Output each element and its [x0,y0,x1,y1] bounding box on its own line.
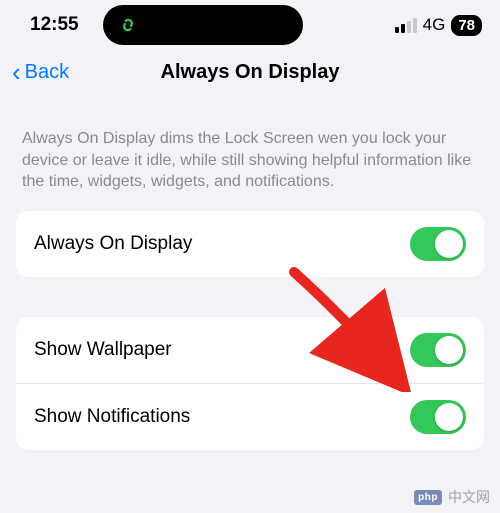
nav-bar: ‹ Back Always On Display [0,48,500,102]
settings-group-options: Show Wallpaper Show Notifications [16,317,484,450]
signal-icon [395,18,417,33]
status-right: 4G 78 [395,15,482,36]
php-logo-icon: php [414,490,442,505]
cellular-label: 4G [423,15,446,35]
settings-group-main: Always On Display [16,211,484,277]
toggle-always-on-display[interactable] [410,227,466,261]
settings-description: Always On Display dims the Lock Screen w… [0,102,500,211]
status-bar: 12:55 4G 78 [0,0,500,48]
toggle-show-notifications[interactable] [410,400,466,434]
status-time: 12:55 [30,14,79,36]
back-label: Back [25,61,69,84]
toggle-show-wallpaper[interactable] [410,333,466,367]
row-label: Show Notifications [34,406,190,428]
link-icon [117,14,139,36]
row-label: Always On Display [34,233,192,255]
row-show-notifications: Show Notifications [16,384,484,450]
chevron-left-icon: ‹ [12,59,21,85]
row-label: Show Wallpaper [34,339,172,361]
page-title: Always On Display [0,61,500,84]
row-always-on-display: Always On Display [16,211,484,277]
battery-badge: 78 [451,15,482,36]
back-button[interactable]: ‹ Back [12,59,69,85]
watermark: php 中文网 [414,487,490,507]
row-show-wallpaper: Show Wallpaper [16,317,484,384]
dynamic-island[interactable] [103,5,303,45]
watermark-text: 中文网 [448,487,490,507]
